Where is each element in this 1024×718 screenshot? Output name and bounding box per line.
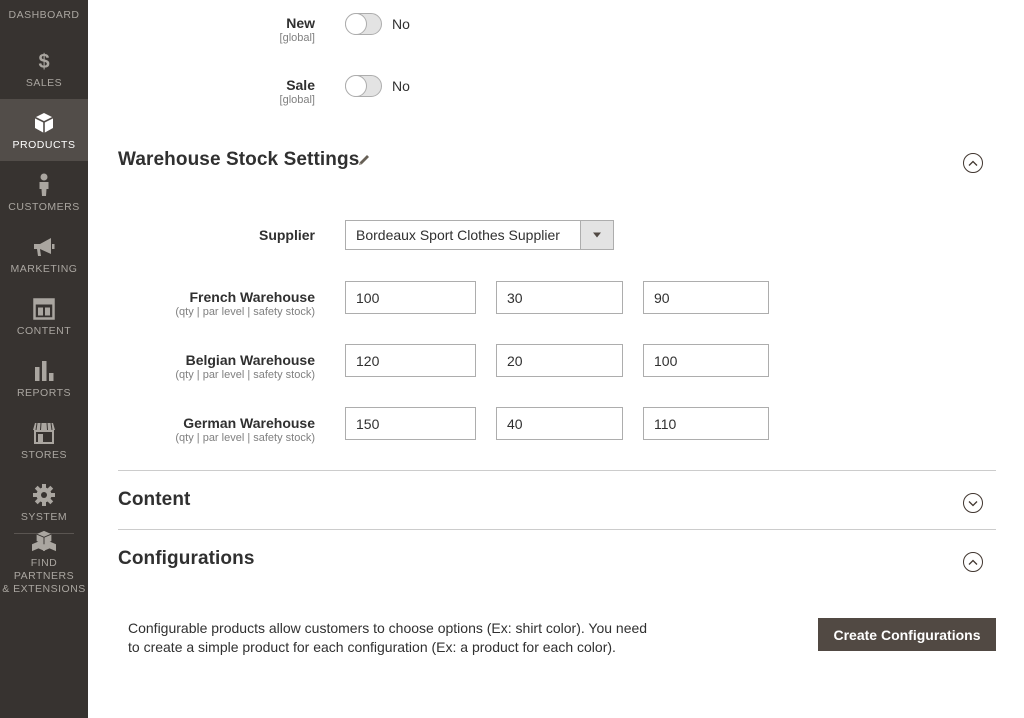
warehouse-name: French Warehouse <box>189 289 315 305</box>
warehouse-hint: (qty | par level | safety stock) <box>175 432 315 444</box>
german-par-level-input[interactable] <box>496 407 623 440</box>
configurations-collapse-button[interactable] <box>963 552 983 572</box>
megaphone-icon <box>32 235 56 259</box>
pencil-icon[interactable] <box>356 152 372 168</box>
create-configurations-button[interactable]: Create Configurations <box>818 618 996 651</box>
sidebar-item-label: Sales <box>25 77 63 89</box>
sidebar-item-label: Reports <box>16 387 72 399</box>
supplier-select[interactable]: Bordeaux Sport Clothes Supplier <box>345 220 614 250</box>
bar-chart-icon <box>32 359 56 383</box>
sidebar-item-customers[interactable]: Customers <box>0 161 88 223</box>
sidebar-item-reports[interactable]: Reports <box>0 347 88 409</box>
french-safety-stock-input[interactable] <box>643 281 769 314</box>
chevron-up-icon <box>968 160 978 166</box>
supplier-selected-value: Bordeaux Sport Clothes Supplier <box>356 227 560 243</box>
configurations-section-title[interactable]: Configurations <box>118 548 255 570</box>
section-divider <box>118 529 996 530</box>
section-divider <box>118 470 996 471</box>
chevron-down-icon <box>968 500 978 506</box>
warehouse-hint: (qty | par level | safety stock) <box>175 306 315 318</box>
french-qty-input[interactable] <box>345 281 476 314</box>
new-scope: [global] <box>279 32 315 44</box>
configurations-description: Configurable products allow customers to… <box>128 620 648 655</box>
svg-text:$: $ <box>38 51 49 72</box>
box-icon <box>32 111 56 135</box>
warehouse-collapse-button[interactable] <box>963 153 983 173</box>
sidebar-item-label-line1: Find Partners <box>13 557 75 582</box>
sidebar-item-content[interactable]: Content <box>0 285 88 347</box>
sale-toggle[interactable] <box>345 75 382 97</box>
sidebar-item-sales[interactable]: $ Sales <box>0 37 88 99</box>
sidebar-item-dashboard[interactable]: Dashboard <box>0 0 88 31</box>
sidebar-item-marketing[interactable]: Marketing <box>0 223 88 285</box>
storefront-icon <box>32 421 56 445</box>
content-expand-button[interactable] <box>963 493 983 513</box>
sidebar-item-label: Content <box>16 325 72 337</box>
cubes-icon <box>32 529 56 553</box>
german-qty-input[interactable] <box>345 407 476 440</box>
layout-icon <box>32 297 56 321</box>
warehouse-section-title[interactable]: Warehouse Stock Settings <box>118 149 359 171</box>
warehouse-name: German Warehouse <box>183 415 315 431</box>
admin-sidebar: Dashboard $ Sales Products Customers <box>0 0 88 718</box>
sidebar-item-label: Customers <box>8 201 80 213</box>
sidebar-item-label: System <box>20 511 68 523</box>
person-icon <box>32 173 56 197</box>
sidebar-item-label-line2: & Extensions <box>2 583 86 595</box>
belgian-qty-input[interactable] <box>345 344 476 377</box>
new-toggle[interactable] <box>345 13 382 35</box>
sidebar-item-system[interactable]: System <box>0 471 88 533</box>
sidebar-item-products[interactable]: Products <box>0 99 88 161</box>
gear-icon <box>32 483 56 507</box>
sidebar-item-label: Products <box>12 139 76 151</box>
content-section-title[interactable]: Content <box>118 489 190 511</box>
dollar-icon: $ <box>32 49 56 73</box>
french-par-level-input[interactable] <box>496 281 623 314</box>
sidebar-item-find-partners[interactable]: Find Partners & Extensions <box>0 530 88 602</box>
product-edit-form: New [global] No Sale [global] No Warehou… <box>88 0 1024 718</box>
new-label: New <box>286 15 315 31</box>
chevron-up-icon <box>968 559 978 565</box>
sidebar-item-label: Dashboard <box>8 9 80 21</box>
sidebar-item-label: Stores <box>21 449 67 461</box>
sale-scope: [global] <box>279 94 315 106</box>
sidebar-item-label: Marketing <box>10 263 78 275</box>
sidebar-item-stores[interactable]: Stores <box>0 409 88 471</box>
german-safety-stock-input[interactable] <box>643 407 769 440</box>
sale-toggle-value: No <box>392 78 410 94</box>
warehouse-hint: (qty | par level | safety stock) <box>175 369 315 381</box>
sale-label: Sale <box>286 77 315 93</box>
warehouse-name: Belgian Warehouse <box>185 352 315 368</box>
supplier-label: Supplier <box>258 227 315 243</box>
dashboard-icon <box>32 0 56 5</box>
belgian-par-level-input[interactable] <box>496 344 623 377</box>
new-toggle-value: No <box>392 16 410 32</box>
belgian-safety-stock-input[interactable] <box>643 344 769 377</box>
dropdown-arrow-icon <box>580 221 613 249</box>
